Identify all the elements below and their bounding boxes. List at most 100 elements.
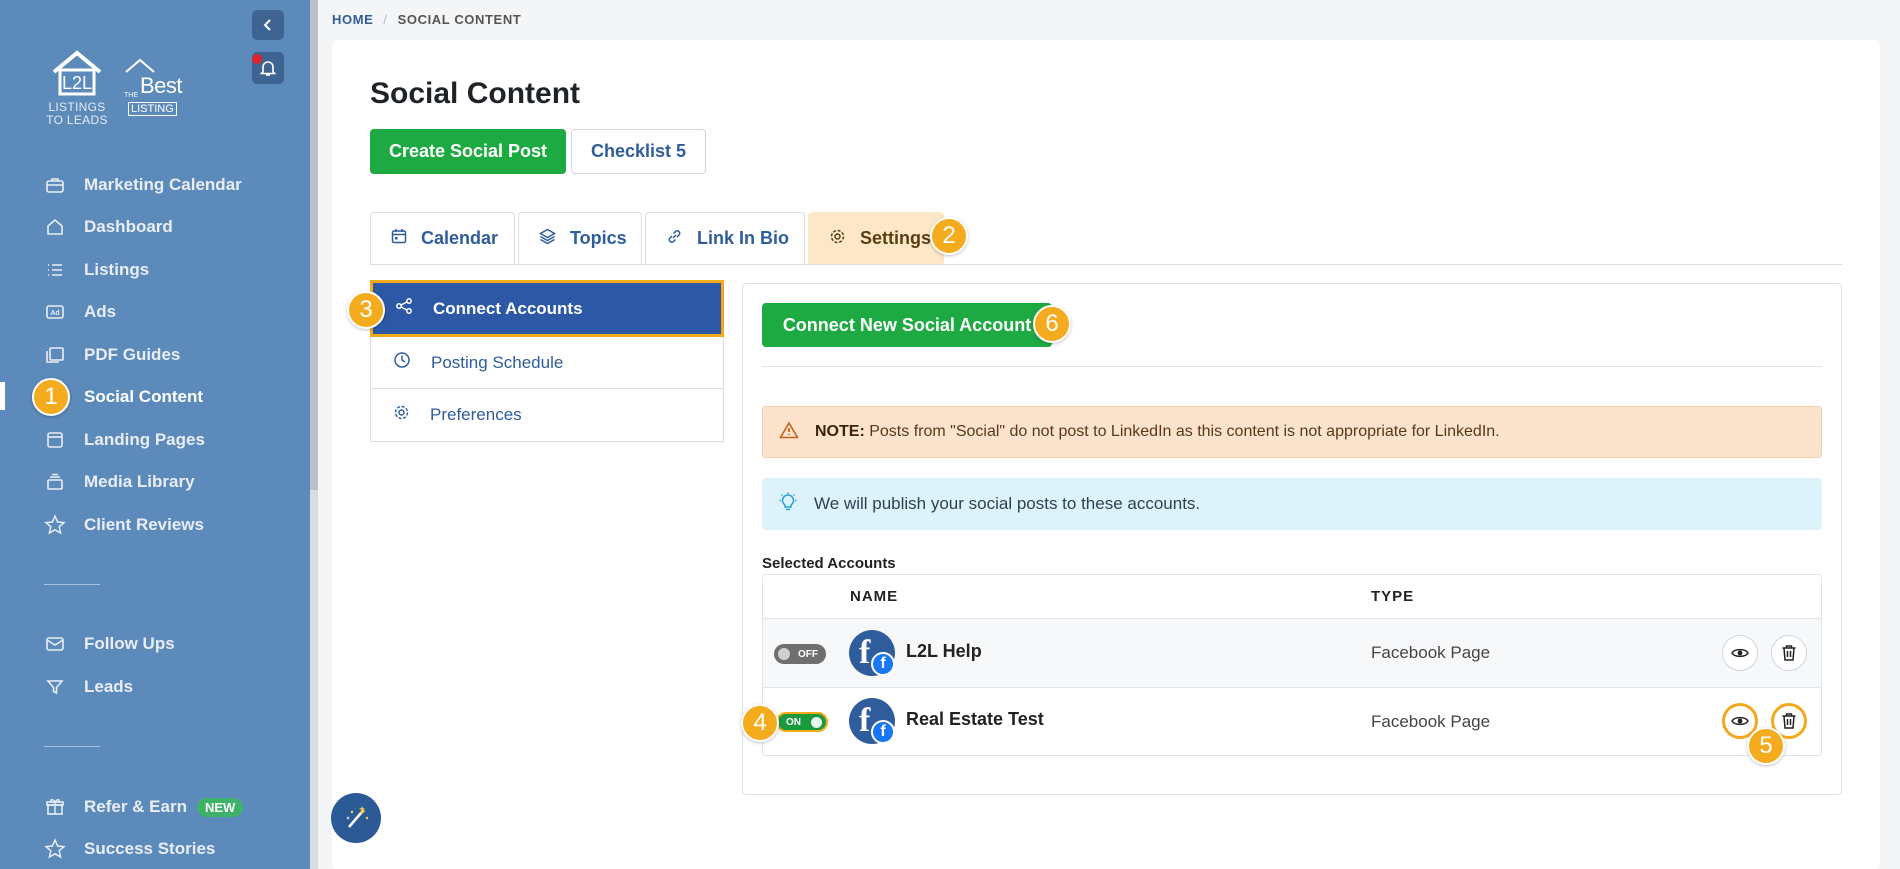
sidebar-item-label: Marketing Calendar (84, 175, 242, 194)
mail-icon (44, 633, 66, 655)
svg-text:Ad: Ad (50, 310, 59, 317)
sidebar-item-success-stories[interactable]: Success Stories (44, 836, 215, 862)
publish-info-alert: We will publish your social posts to the… (762, 478, 1822, 530)
home-icon (44, 216, 66, 238)
column-header-name: NAME (850, 588, 899, 605)
facebook-f-icon: f (859, 634, 871, 671)
subnav-connect-accounts[interactable]: Connect Accounts (370, 280, 724, 337)
tab-topics[interactable]: Topics (518, 212, 642, 264)
sidebar-divider (44, 746, 100, 747)
sidebar-item-dashboard[interactable]: Dashboard (44, 214, 173, 240)
column-header-type: TYPE (1371, 588, 1415, 605)
calendar-icon (391, 228, 407, 249)
active-indicator (0, 382, 5, 410)
subnav-label: Posting Schedule (431, 352, 564, 372)
subnav-label: Preferences (430, 405, 522, 424)
panel-divider (762, 366, 1822, 367)
facebook-icon: f (871, 720, 895, 744)
note-text: Posts from "Social" do not post to Linke… (869, 423, 1500, 440)
step-badge-2: 2 (930, 217, 968, 255)
new-badge: NEW (196, 797, 244, 817)
sidebar-item-refer-and-earn[interactable]: Refer & Earn NEW (44, 794, 244, 820)
account-toggle-on[interactable]: ON (776, 712, 828, 732)
gift-icon (44, 796, 66, 818)
breadcrumb-home-link[interactable]: HOME (332, 12, 373, 27)
tab-label: Link In Bio (697, 228, 789, 248)
tab-settings[interactable]: Settings (808, 212, 944, 264)
account-toggle-off[interactable]: OFF (774, 644, 826, 664)
trash-icon (1782, 713, 1796, 729)
briefcase-icon (44, 174, 66, 196)
subnav-preferences[interactable]: Preferences (371, 389, 723, 441)
note-text-wrap: NOTE: Posts from "Social" do not post to… (815, 423, 1500, 441)
checklist-button[interactable]: Checklist 5 (571, 129, 706, 174)
sidebar-item-label: Landing Pages (84, 430, 205, 449)
toggle-knob (778, 648, 790, 660)
facebook-f-icon: f (859, 702, 871, 739)
tabs-divider (370, 264, 1842, 265)
subnav-posting-schedule[interactable]: Posting Schedule (371, 337, 723, 389)
sidebar-item-marketing-calendar[interactable]: Marketing Calendar (44, 172, 242, 198)
sidebar-item-listings[interactable]: Listings (44, 257, 149, 283)
table-divider (763, 687, 1821, 688)
note-label: NOTE: (815, 423, 865, 440)
listings-to-leads-logo[interactable]: L2L LISTINGS TO LEADS (44, 50, 110, 127)
gear-icon (829, 228, 846, 250)
tab-label: Topics (570, 228, 627, 248)
sidebar-item-follow-ups[interactable]: Follow Ups (44, 631, 175, 657)
toggle-label: OFF (798, 648, 818, 660)
star-icon (44, 514, 66, 536)
subnav-label: Connect Accounts (433, 298, 583, 318)
chevron-left-icon (263, 19, 271, 31)
step-badge-6: 6 (1033, 305, 1071, 343)
step-badge-4: 4 (741, 704, 779, 742)
step-badge-5: 5 (1747, 727, 1785, 765)
selected-accounts-label: Selected Accounts (762, 555, 896, 572)
step-badge-3: 3 (347, 291, 385, 329)
account-type: Facebook Page (1371, 712, 1491, 731)
pdf-icon (44, 344, 66, 366)
tab-link-in-bio[interactable]: Link In Bio (645, 212, 805, 264)
sidebar-item-pdf-guides[interactable]: PDF Guides (44, 342, 180, 368)
tab-calendar[interactable]: Calendar (370, 212, 515, 264)
page-icon (44, 429, 66, 451)
star-icon (44, 838, 66, 860)
sidebar-item-ads[interactable]: Ad Ads (44, 299, 116, 325)
delete-account-button[interactable] (1771, 635, 1807, 671)
breadcrumb-current: SOCIAL CONTENT (397, 12, 522, 27)
logo-best: Best (140, 73, 183, 98)
account-name: L2L Help (906, 641, 982, 661)
page-title: Social Content (370, 77, 581, 110)
eye-icon (1731, 716, 1749, 726)
info-text: We will publish your social posts to the… (814, 494, 1201, 513)
create-social-post-button[interactable]: Create Social Post (370, 129, 566, 174)
filter-icon (44, 676, 66, 698)
sidebar-item-label: Follow Ups (84, 634, 175, 653)
logo-text-to-leads: TO LEADS (46, 113, 108, 127)
account-type: Facebook Page (1371, 643, 1491, 662)
the-best-listing-logo[interactable]: THE Best LISTING (124, 58, 194, 117)
facebook-icon: f (871, 652, 895, 676)
eye-icon (1731, 648, 1749, 658)
connect-new-social-account-button[interactable]: Connect New Social Account (762, 303, 1052, 347)
sidebar-divider (44, 584, 100, 585)
sidebar-item-media-library[interactable]: Media Library (44, 469, 195, 495)
collapse-sidebar-button[interactable] (252, 10, 284, 40)
sidebar-item-leads[interactable]: Leads (44, 674, 133, 700)
share-icon (395, 297, 413, 320)
sidebar-item-label: Dashboard (84, 217, 173, 236)
breadcrumb: HOME / SOCIAL CONTENT (332, 12, 521, 27)
sidebar-item-landing-pages[interactable]: Landing Pages (44, 427, 205, 453)
sidebar-item-client-reviews[interactable]: Client Reviews (44, 512, 204, 538)
roof-icon (125, 58, 155, 73)
clock-icon (393, 351, 411, 374)
list-icon (44, 259, 66, 281)
sidebar-item-label: Leads (84, 677, 134, 696)
svg-text:L2L: L2L (62, 73, 92, 93)
magic-wand-button[interactable] (331, 793, 381, 843)
layers-icon (538, 228, 557, 250)
sidebar-scrollbar-thumb[interactable] (310, 0, 318, 490)
view-account-button[interactable] (1722, 635, 1758, 671)
stack-icon (44, 471, 66, 493)
link-icon (666, 228, 683, 250)
